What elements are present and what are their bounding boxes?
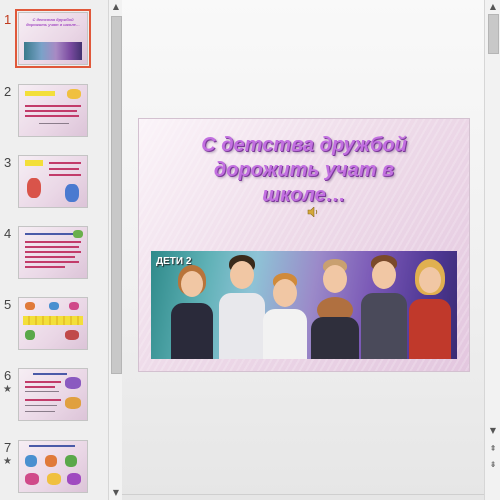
next-slide-icon[interactable]: ⇟ xyxy=(485,458,500,472)
thumbnail-title: С детства дружбой дорожить учат в школе… xyxy=(26,17,80,27)
photo-child xyxy=(263,273,307,359)
thumbnail-text-line xyxy=(39,123,69,124)
photo-child xyxy=(217,255,267,359)
thumbnail-text-line xyxy=(49,174,81,176)
thumbnail-banner xyxy=(25,91,55,96)
thumbnail-clipart xyxy=(69,302,79,310)
current-slide[interactable]: С детства дружбой дорожить учат в школе…… xyxy=(138,118,470,372)
thumbnail-banner xyxy=(23,316,83,325)
thumbnail-image[interactable] xyxy=(18,226,88,279)
thumbnail-image[interactable] xyxy=(18,440,88,493)
thumbnail-clipart xyxy=(65,184,79,202)
scroll-up-arrow-icon[interactable]: ▲ xyxy=(485,0,500,14)
thumbnail-text-line xyxy=(25,261,79,263)
slide-number: 6 xyxy=(4,368,12,383)
thumbnail-clipart xyxy=(67,89,81,99)
photo-child xyxy=(359,255,409,359)
thumbnail-text-line xyxy=(25,386,55,388)
slide-editor-area[interactable]: С детства дружбой дорожить учат в школе…… xyxy=(122,0,484,500)
scrollbar-thumb[interactable] xyxy=(111,16,122,374)
slide-number: 3 xyxy=(4,155,12,170)
previous-slide-icon[interactable]: ⇞ xyxy=(485,442,500,456)
photo-child xyxy=(407,259,453,359)
thumbnail-clipart xyxy=(27,178,41,198)
slide-number: 7 xyxy=(4,440,12,455)
thumbnail-text-line xyxy=(33,373,67,375)
thumbnail-text-line xyxy=(25,246,79,248)
thumbnail-image[interactable] xyxy=(18,84,88,137)
thumbnail-text-line xyxy=(25,105,81,107)
thumbnail-slide-5[interactable]: 5 xyxy=(0,297,108,357)
notes-pane-divider[interactable] xyxy=(122,494,484,495)
slide-number: 5 xyxy=(4,297,12,312)
thumbnail-image[interactable] xyxy=(18,155,88,208)
thumbnail-text-line xyxy=(25,251,81,253)
speaker-icon[interactable] xyxy=(307,207,319,217)
thumbnail-clipart xyxy=(67,473,81,485)
thumbnail-text-line xyxy=(25,256,75,258)
thumbnail-slide-7[interactable]: 7 ★ xyxy=(0,440,108,500)
children-photo[interactable]: ДЕТИ 2 xyxy=(151,251,457,359)
thumbnail-clipart xyxy=(49,302,59,310)
thumbnail-clipart xyxy=(25,473,39,485)
thumbnail-text-line xyxy=(29,445,75,447)
photo-child xyxy=(169,263,215,359)
thumbnail-text-line xyxy=(25,391,59,392)
thumbnail-text-line xyxy=(25,266,65,268)
thumbnail-clipart xyxy=(25,455,37,467)
thumbnail-clipart xyxy=(65,455,77,467)
thumbnail-clipart xyxy=(65,330,79,340)
thumbnail-text-line xyxy=(25,115,79,117)
thumbnail-clipart xyxy=(65,397,81,409)
thumbnail-clipart xyxy=(47,473,61,485)
thumbnail-clipart xyxy=(65,377,81,389)
scrollbar-thumb[interactable] xyxy=(488,14,499,54)
thumbnail-text-line xyxy=(25,110,77,112)
slide-number: 1 xyxy=(4,12,12,27)
thumbnail-clipart xyxy=(25,302,35,310)
thumbnail-clipart xyxy=(25,330,35,340)
thumbnail-slide-3[interactable]: 3 xyxy=(0,155,108,215)
thumbnail-photo xyxy=(24,42,82,60)
thumbnail-slide-6[interactable]: 6 ★ xyxy=(0,368,108,428)
thumbnail-text-line xyxy=(25,405,57,406)
thumbnail-slide-1[interactable]: 1 С детства дружбой дорожить учат в школ… xyxy=(0,9,108,72)
thumbnail-text-line xyxy=(25,399,61,401)
thumbnail-clipart xyxy=(45,455,57,467)
thumbnail-text-line xyxy=(49,168,79,170)
photo-child xyxy=(311,259,359,359)
thumbnail-clipart xyxy=(73,230,83,238)
thumbnail-image[interactable]: С детства дружбой дорожить учат в школе… xyxy=(15,9,91,68)
animation-star-icon[interactable]: ★ xyxy=(3,384,12,395)
thumbnail-image[interactable] xyxy=(18,368,88,421)
thumbnail-text-line xyxy=(25,411,55,412)
thumbnail-text-line xyxy=(25,381,61,383)
thumbnail-text-line xyxy=(49,162,81,164)
thumbnail-slide-2[interactable]: 2 xyxy=(0,84,108,144)
slide-number: 4 xyxy=(4,226,12,241)
thumbnail-banner xyxy=(25,160,43,166)
slide-title[interactable]: С детства дружбой дорожить учат в школе… xyxy=(179,133,429,208)
slide-thumbnail-pane: 1 С детства дружбой дорожить учат в школ… xyxy=(0,0,108,500)
thumbnail-text-line xyxy=(25,233,73,235)
editor-scrollbar[interactable]: ▲ ▼ ⇞ ⇟ xyxy=(484,0,500,500)
scroll-down-arrow-icon[interactable]: ▼ xyxy=(485,424,500,438)
animation-star-icon[interactable]: ★ xyxy=(3,456,12,467)
thumbnail-text-line xyxy=(25,241,81,243)
slide-number: 2 xyxy=(4,84,12,99)
scroll-down-arrow-icon[interactable]: ▼ xyxy=(109,486,123,500)
thumbnail-image[interactable] xyxy=(18,297,88,350)
thumbnail-slide-4[interactable]: 4 xyxy=(0,226,108,286)
scroll-up-arrow-icon[interactable]: ▲ xyxy=(109,0,123,14)
